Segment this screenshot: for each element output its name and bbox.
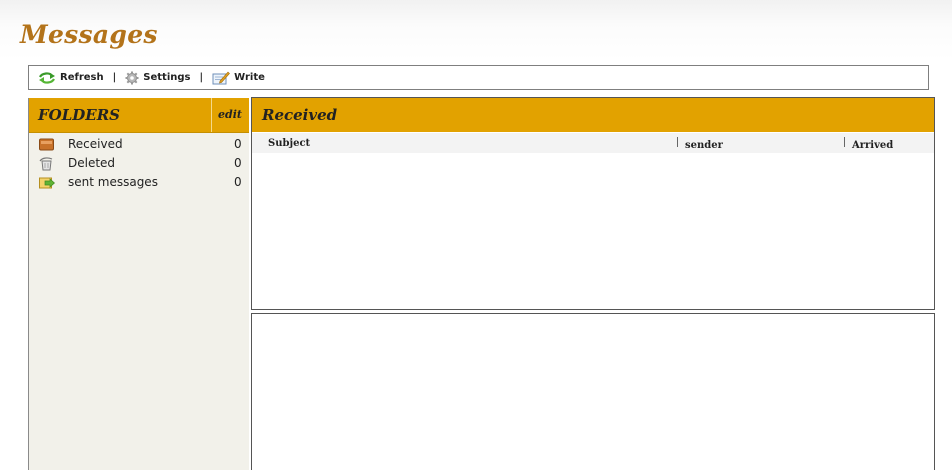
folder-count: 0 (234, 175, 242, 189)
settings-label: Settings (143, 72, 191, 83)
write-button[interactable]: Write (212, 71, 265, 85)
inbox-icon (39, 138, 54, 151)
folders-title: FOLDERS (38, 106, 121, 124)
folder-list: Received 0 Deleted 0 sent messages 0 (29, 136, 249, 193)
edit-folders-link[interactable]: edit (218, 108, 242, 121)
refresh-label: Refresh (60, 72, 104, 83)
column-arrived[interactable]: Arrived (852, 140, 893, 151)
received-header: Received (252, 98, 934, 132)
toolbar-separator: | (199, 72, 204, 83)
sent-icon (39, 177, 55, 189)
folder-item-sent-messages[interactable]: sent messages 0 (29, 174, 249, 193)
refresh-icon (39, 71, 55, 84)
column-headers: Subject sender Arrived (252, 133, 934, 153)
column-separator[interactable] (844, 137, 845, 147)
column-subject[interactable]: Subject (268, 138, 310, 149)
received-title: Received (262, 106, 338, 124)
folder-name: sent messages (68, 175, 158, 189)
folder-count: 0 (234, 137, 242, 151)
message-preview-pane (251, 313, 935, 470)
folder-name: Deleted (68, 156, 116, 170)
folder-item-deleted[interactable]: Deleted 0 (29, 155, 249, 174)
folders-panel: FOLDERS edit Received 0 Deleted 0 sent m… (28, 98, 249, 470)
toolbar: Refresh | Settings | Write (28, 65, 929, 90)
gear-icon (125, 71, 139, 84)
trash-icon (39, 157, 53, 171)
folder-item-received[interactable]: Received 0 (29, 136, 249, 155)
page-title: Messages (20, 20, 158, 49)
folders-header: FOLDERS edit (29, 98, 249, 133)
settings-button[interactable]: Settings (125, 71, 190, 85)
column-sender[interactable]: sender (685, 140, 723, 151)
header-divider (211, 98, 212, 132)
folder-name: Received (68, 137, 123, 151)
write-icon (212, 71, 231, 84)
refresh-button[interactable]: Refresh (38, 71, 104, 84)
message-list-pane: Received Subject sender Arrived (251, 97, 935, 310)
column-separator[interactable] (677, 137, 678, 147)
toolbar-separator: | (112, 72, 117, 83)
write-label: Write (234, 72, 265, 83)
folder-count: 0 (234, 156, 242, 170)
